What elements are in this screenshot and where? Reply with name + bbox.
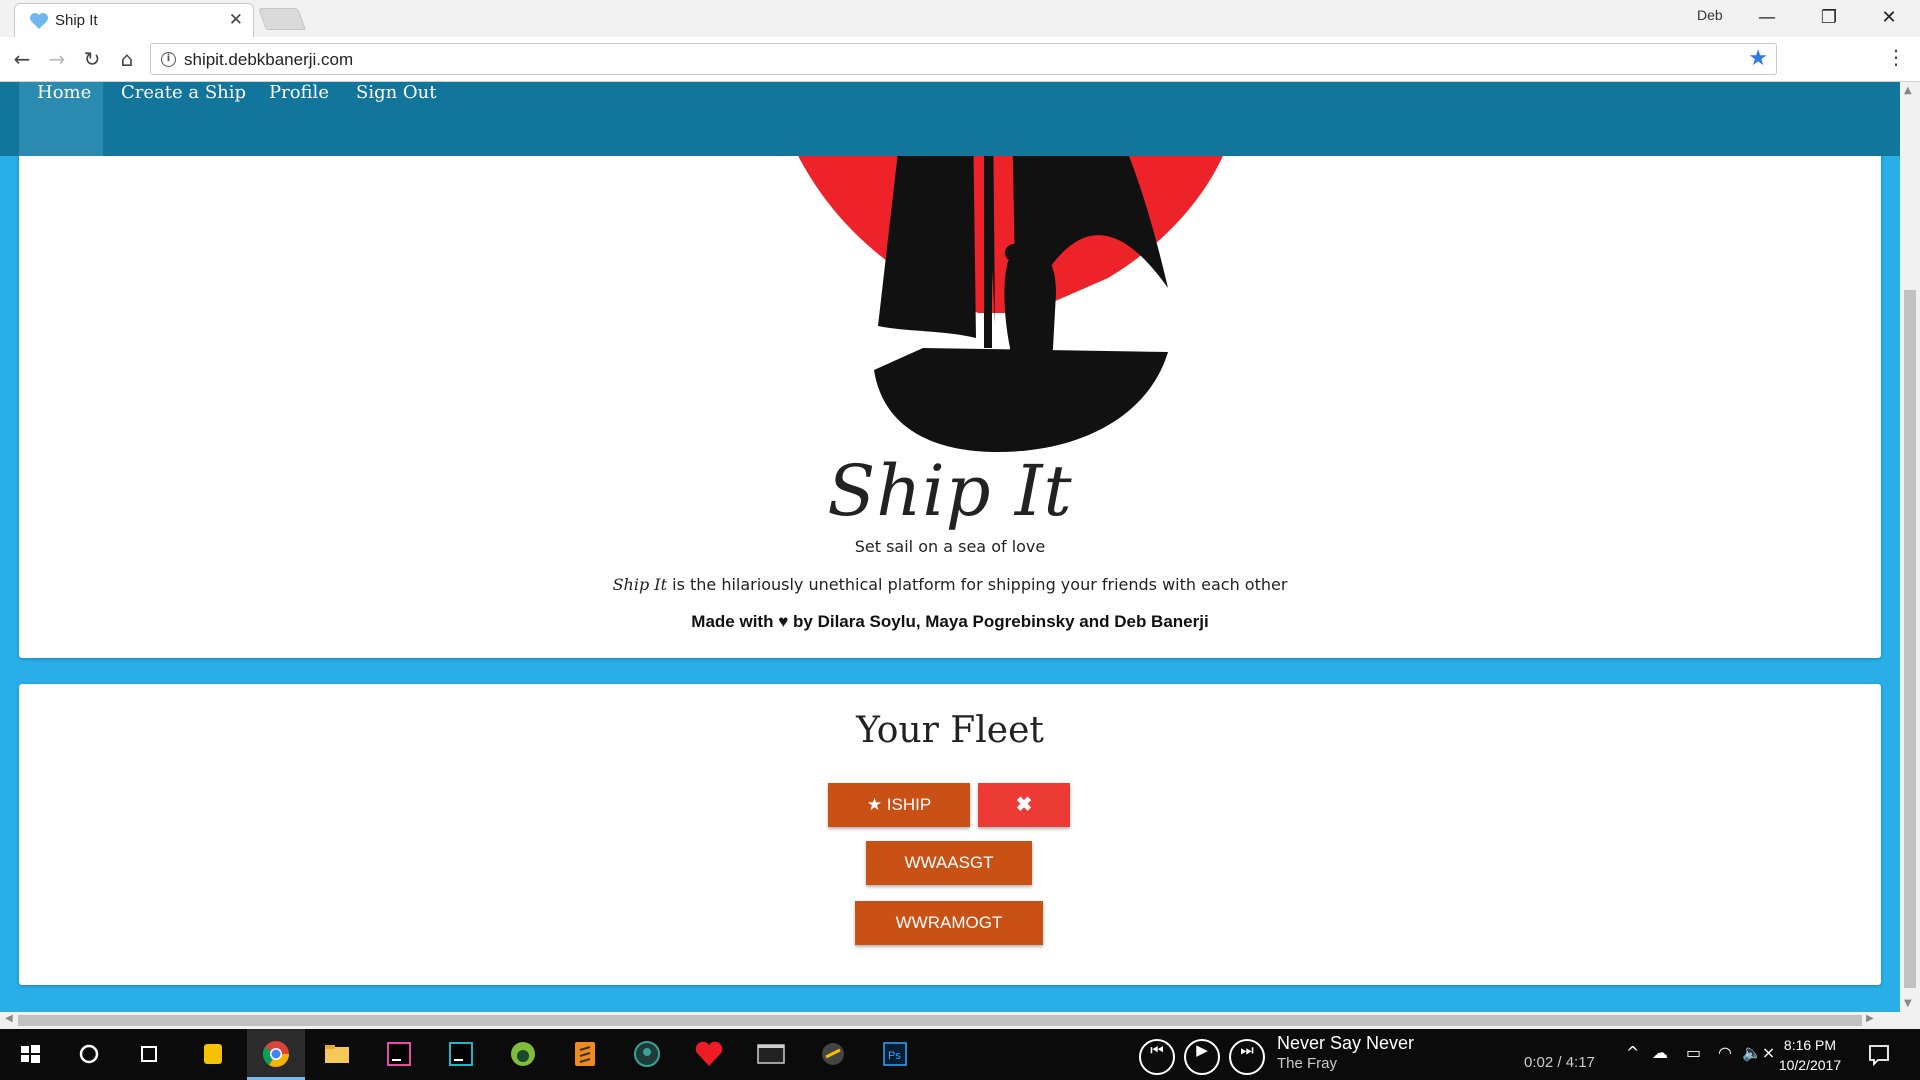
scroll-left-icon[interactable]: ◀ (5, 1013, 13, 1024)
restore-icon[interactable]: ❐ (1806, 4, 1852, 32)
minimize-icon[interactable]: — (1744, 4, 1790, 32)
lightbulb-icon[interactable] (196, 1037, 230, 1071)
new-tab-button[interactable] (257, 8, 307, 30)
description: Ship It is the hilariously unethical pla… (19, 575, 1881, 594)
star-icon: ★ (866, 795, 887, 814)
battery-icon[interactable]: ▭ (1686, 1043, 1701, 1062)
windows-start-icon[interactable] (13, 1037, 47, 1071)
tab-title: Ship It (55, 12, 98, 29)
file-explorer-icon[interactable] (320, 1037, 354, 1071)
media-next-icon[interactable]: ⏭ (1229, 1039, 1265, 1075)
now-playing-title: Never Say Never (1277, 1033, 1415, 1053)
system-clock[interactable]: 8:16 PM 10/2/2017 (1770, 1035, 1850, 1075)
close-window-icon[interactable]: ✕ (1866, 4, 1912, 32)
now-playing-time: 0:02 / 4:17 (1524, 1054, 1595, 1071)
osu-app-icon[interactable] (816, 1037, 850, 1071)
brand-title: Ship It (827, 450, 1073, 532)
taskbar: Ps ⏮ ▶ ⏭ Never Say Never The Fray 0:02 /… (0, 1029, 1920, 1080)
profile-name[interactable]: Deb (1697, 7, 1723, 23)
heart-app-icon[interactable] (692, 1037, 726, 1071)
android-studio-icon[interactable] (506, 1037, 540, 1071)
chrome-icon[interactable] (259, 1037, 293, 1071)
scroll-up-icon[interactable]: ▲ (1904, 85, 1912, 96)
heart-icon (30, 13, 48, 29)
webstorm-icon[interactable] (444, 1037, 478, 1071)
back-icon[interactable]: ← (8, 45, 36, 73)
horizontal-scrollbar[interactable]: ◀ ▶ (0, 1012, 1920, 1029)
ship-button-iship[interactable]: ★ ISHIP (828, 783, 970, 827)
clock-date: 10/2/2017 (1778, 1057, 1842, 1073)
media-previous-icon[interactable]: ⏮ (1139, 1039, 1175, 1075)
nav-home[interactable]: Home (19, 82, 103, 156)
browser-toolbar: ← → ↻ ⌂ i shipit.debkbanerji.com ★ ⋮ (0, 37, 1920, 82)
fleet-card: Your Fleet ★ ISHIP ✖ WWAASGT WWRAMOGT (19, 684, 1881, 985)
nav-create-ship[interactable]: Create a Ship (103, 82, 264, 156)
wifi-icon[interactable]: ◠ (1718, 1043, 1732, 1062)
vertical-scrollbar[interactable]: ▲ ▼ (1900, 82, 1920, 1012)
scroll-right-icon[interactable]: ▶ (1866, 1013, 1874, 1024)
tagline: Set sail on a sea of love (854, 537, 1046, 556)
tray-chevron-icon[interactable]: ^ (1626, 1043, 1639, 1062)
browser-tab[interactable]: Ship It ✕ (14, 3, 254, 37)
now-playing-artist: The Fray (1277, 1055, 1338, 1072)
intellij-icon[interactable] (382, 1037, 416, 1071)
ship-button-wwramogt[interactable]: WWRAMOGT (855, 901, 1043, 945)
search-icon[interactable] (72, 1037, 106, 1071)
horizontal-scroll-thumb[interactable] (18, 1015, 1862, 1026)
media-play-icon[interactable]: ▶ (1184, 1039, 1220, 1075)
credits: Made with ♥ by Dilara Soylu, Maya Pogreb… (691, 612, 1209, 631)
delete-ship-button[interactable]: ✖ (978, 783, 1070, 827)
description-brand: Ship It (612, 575, 668, 594)
clock-time: 8:16 PM (1783, 1037, 1837, 1053)
info-icon[interactable]: i (161, 52, 176, 67)
nav-sign-out[interactable]: Sign Out (338, 82, 455, 156)
ship-label: ISHIP (886, 795, 932, 814)
address-bar[interactable]: i shipit.debkbanerji.com ★ (150, 43, 1777, 75)
task-view-icon[interactable] (132, 1037, 166, 1071)
notifications-icon[interactable] (1862, 1037, 1896, 1071)
nav-profile[interactable]: Profile (251, 82, 347, 156)
onedrive-cloud-icon[interactable]: ☁ (1652, 1043, 1668, 1062)
vertical-scroll-thumb[interactable] (1904, 290, 1916, 988)
ship-logo (778, 108, 1238, 452)
url-text[interactable]: shipit.debkbanerji.com (184, 50, 353, 70)
home-icon[interactable]: ⌂ (113, 45, 141, 73)
photoshop-icon[interactable]: Ps (878, 1037, 912, 1071)
page-viewport: Home Create a Ship Profile Sign Out Ship… (0, 82, 1900, 1012)
terminal-icon[interactable] (754, 1037, 788, 1071)
hero-card: Ship It Set sail on a sea of love Ship I… (19, 82, 1881, 658)
sublime-text-icon[interactable] (568, 1037, 602, 1071)
svg-text:Ps: Ps (888, 1050, 901, 1062)
forward-icon[interactable]: → (43, 45, 71, 73)
bookmark-star-icon[interactable]: ★ (1748, 46, 1768, 71)
browser-menu-icon[interactable]: ⋮ (1886, 45, 1906, 69)
gitkraken-icon[interactable] (630, 1037, 664, 1071)
ship-button-wwaasgt[interactable]: WWAASGT (866, 841, 1032, 885)
description-text: is the hilariously unethical platform fo… (667, 575, 1288, 594)
site-navbar: Home Create a Ship Profile Sign Out (0, 82, 1900, 156)
fleet-title: Your Fleet (856, 710, 1044, 751)
reload-icon[interactable]: ↻ (78, 45, 106, 73)
scroll-down-icon[interactable]: ▼ (1904, 998, 1912, 1009)
tab-close-icon[interactable]: ✕ (229, 10, 243, 30)
browser-tabstrip: Ship It ✕ Deb — ❐ ✕ (0, 0, 1920, 37)
